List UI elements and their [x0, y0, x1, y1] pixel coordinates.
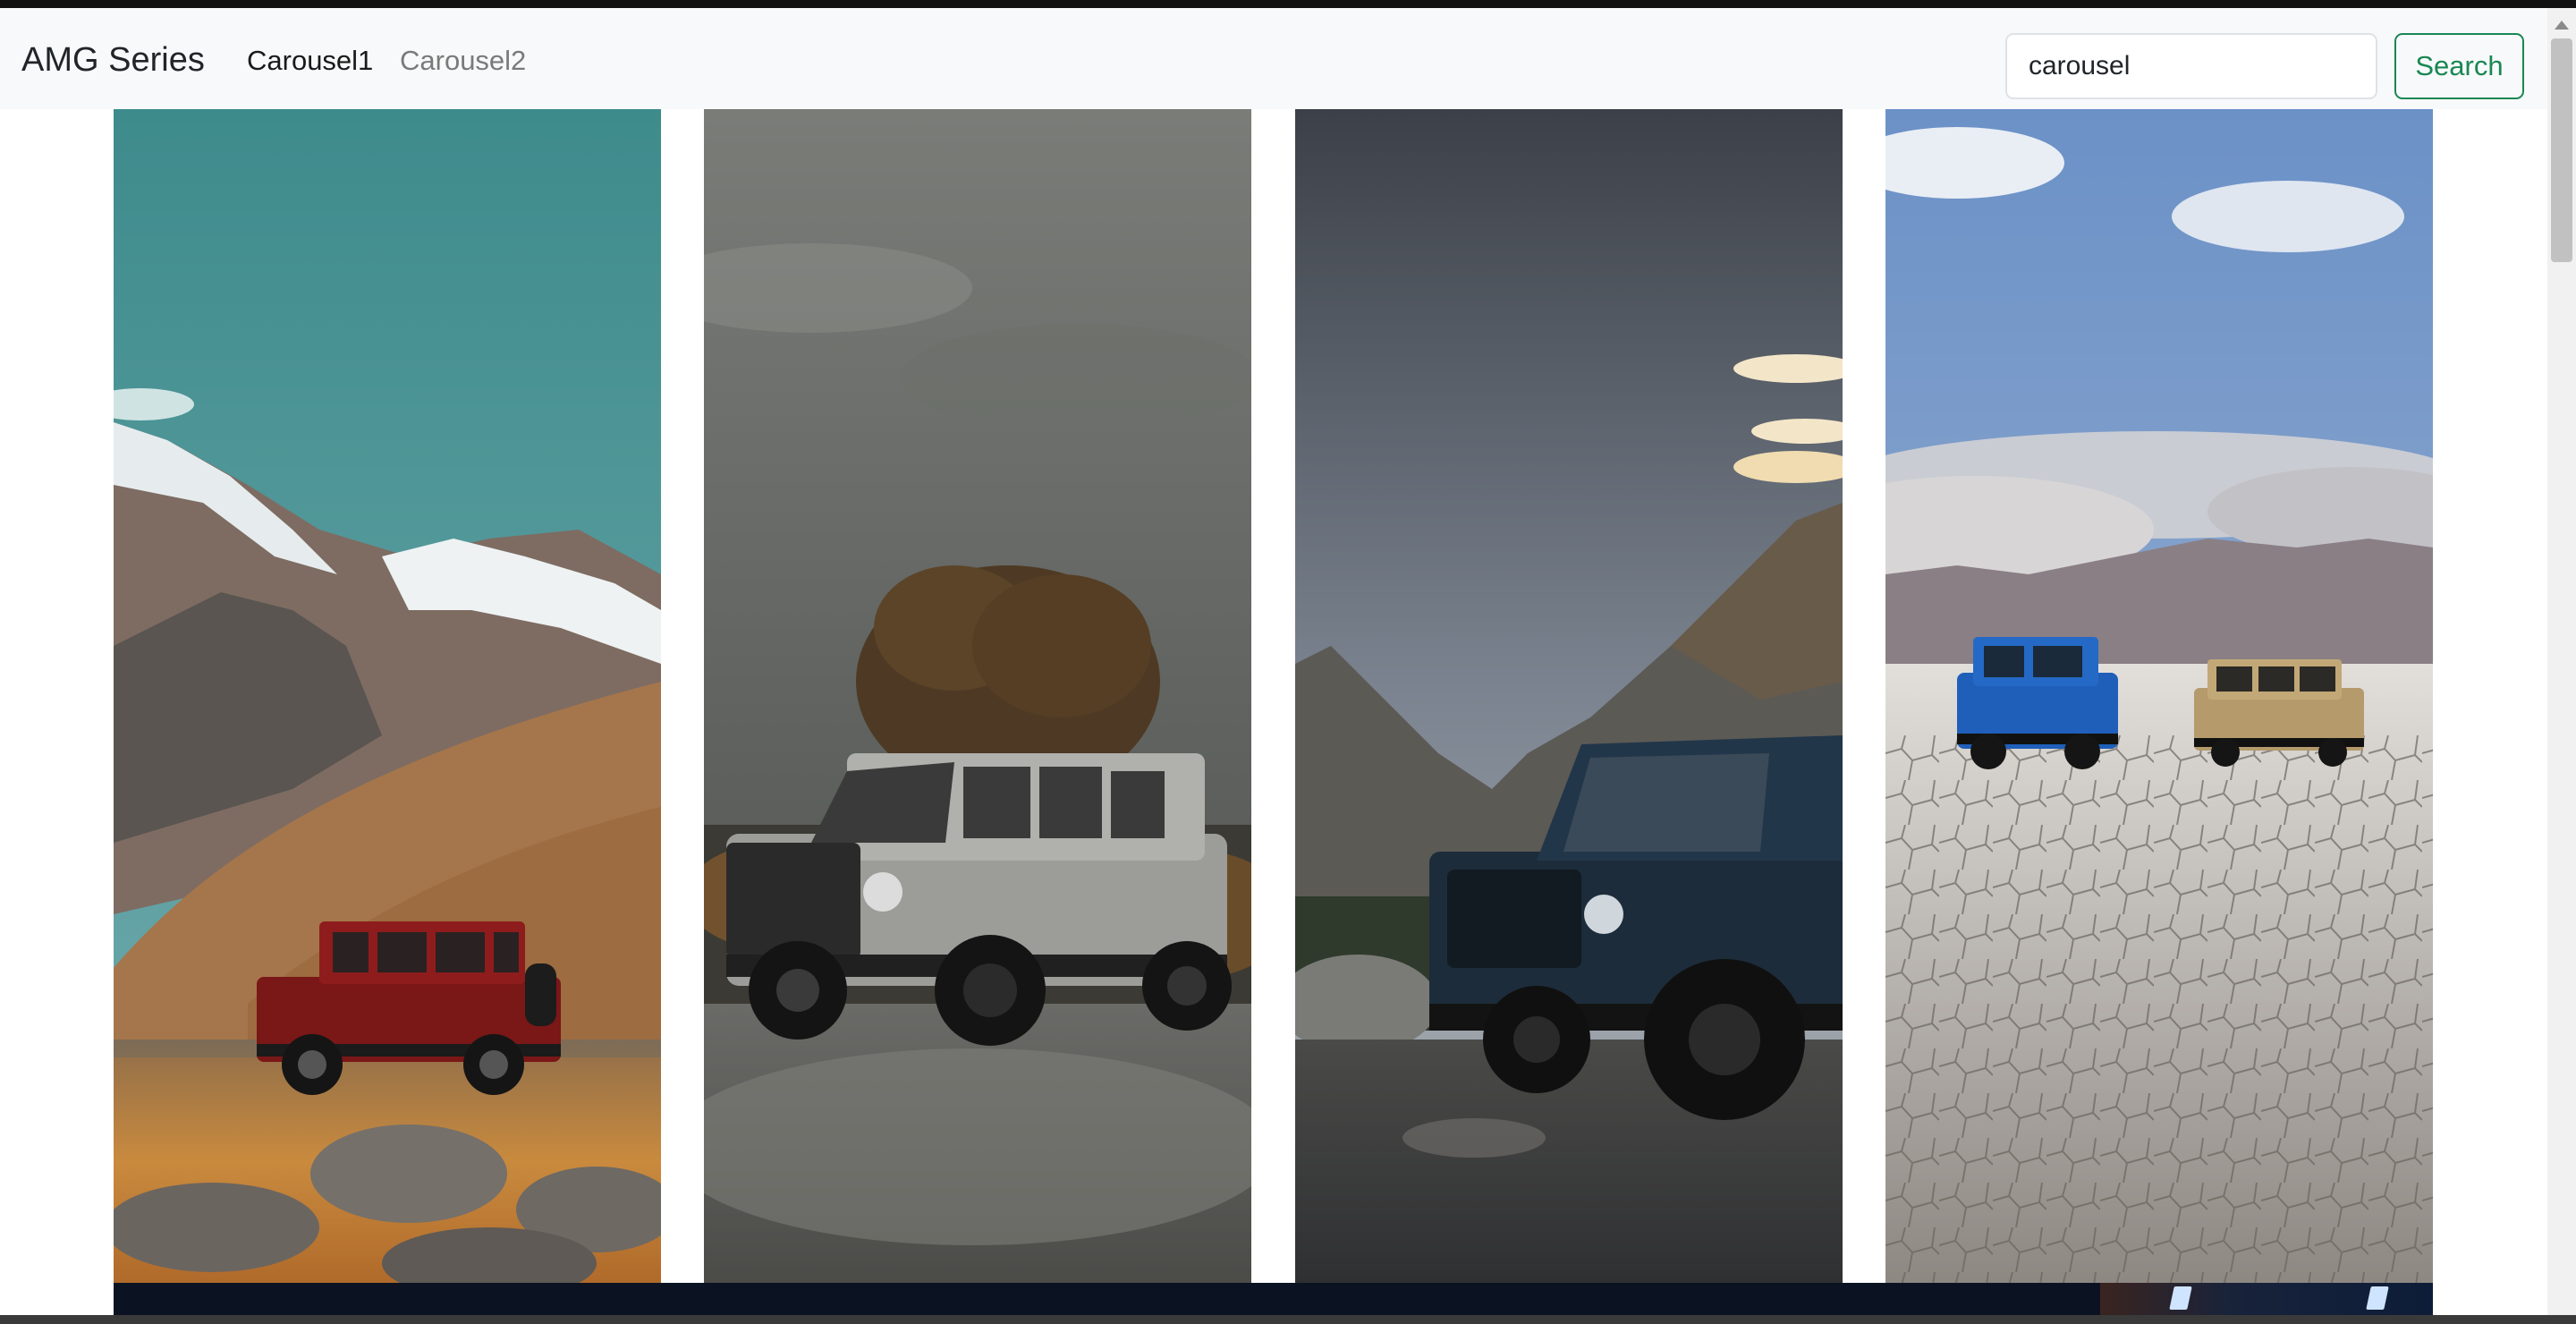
page-scrollbar[interactable]: [2547, 8, 2576, 1315]
preview-light-mark: [2169, 1286, 2192, 1310]
second-carousel-preview-image: [2100, 1283, 2433, 1315]
navbar: AMG Series Carousel1 Carousel2 Search: [0, 8, 2547, 109]
window-bottom-strip: [0, 1315, 2576, 1324]
gallery-image-2[interactable]: [704, 109, 1251, 1283]
search-button[interactable]: Search: [2394, 33, 2524, 99]
gallery-image-4[interactable]: [1885, 109, 2433, 1283]
window-top-strip: [0, 0, 2576, 8]
gallery-image-3[interactable]: [1295, 109, 1843, 1283]
nav-link-carousel1[interactable]: Carousel1: [247, 43, 373, 79]
search-input[interactable]: [2005, 33, 2377, 99]
brand-title[interactable]: AMG Series: [21, 38, 205, 81]
preview-light-mark: [2366, 1286, 2389, 1310]
scroll-up-arrow-icon[interactable]: [2555, 21, 2569, 30]
scroll-thumb[interactable]: [2551, 38, 2572, 262]
nav-link-carousel2[interactable]: Carousel2: [400, 43, 526, 79]
image-gallery: [114, 109, 2433, 1315]
second-carousel-preview: [114, 1283, 2433, 1315]
gallery-image-1[interactable]: [114, 109, 661, 1283]
